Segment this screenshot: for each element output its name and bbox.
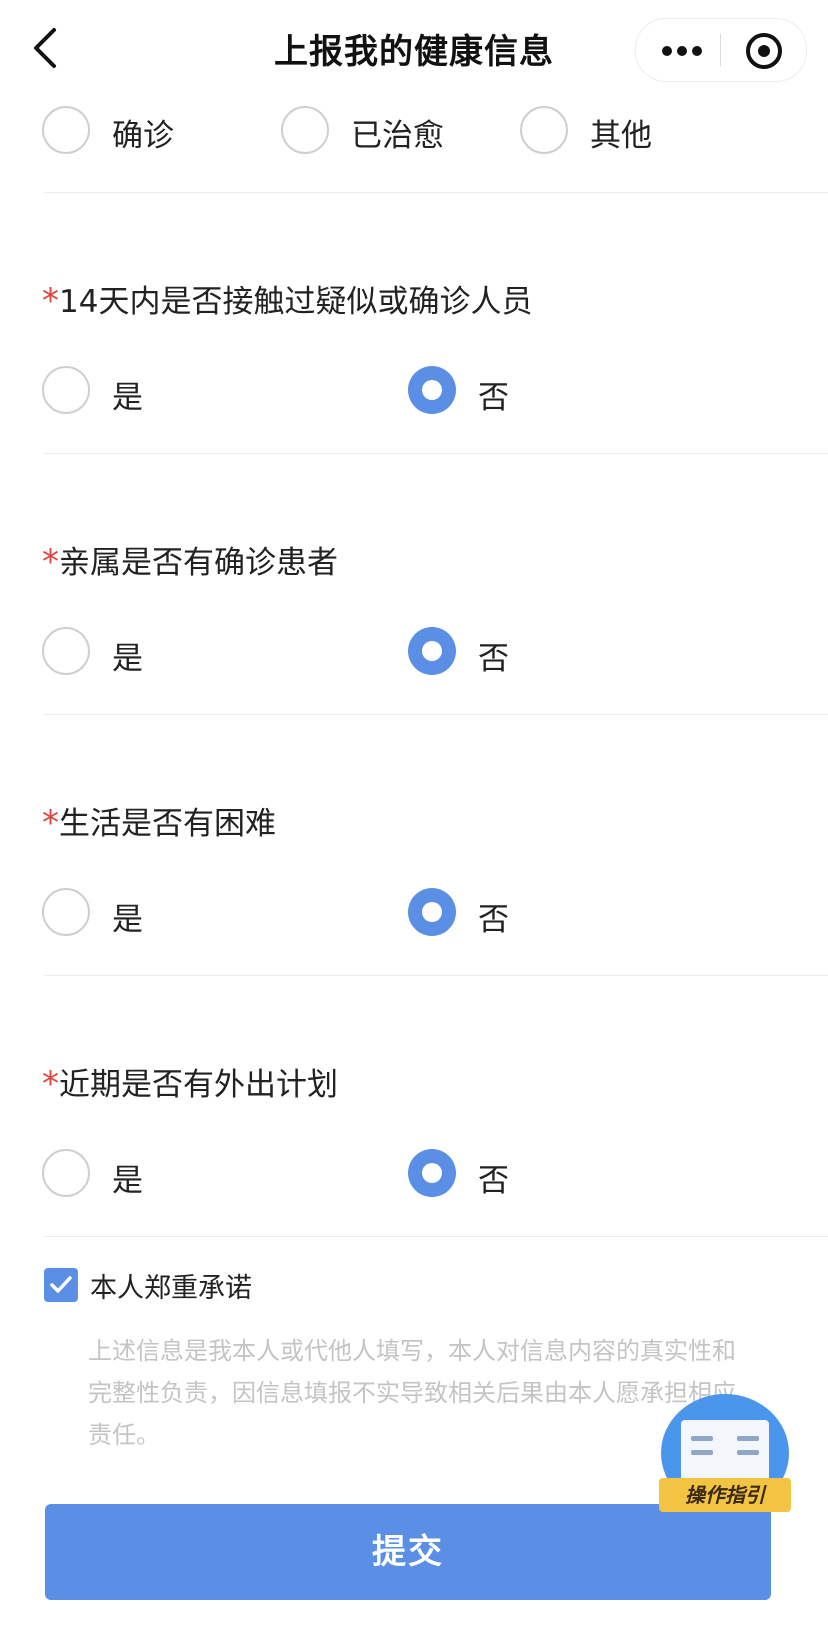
pledge-checkbox[interactable] (44, 1268, 78, 1302)
book-icon (681, 1420, 769, 1482)
question-label: *14天内是否接触过疑似或确诊人员 (42, 281, 533, 321)
radio-yes[interactable] (42, 627, 90, 675)
divider (44, 714, 828, 715)
required-mark: * (42, 803, 59, 843)
divider (44, 192, 828, 193)
option-label-no: 否 (478, 902, 509, 938)
pledge-label: 本人郑重承诺 (90, 1273, 252, 1304)
more-icon[interactable] (662, 46, 702, 56)
miniprogram-capsule (635, 18, 807, 82)
required-mark: * (42, 281, 59, 321)
radio-yes[interactable] (42, 888, 90, 936)
option-label: 确诊 (112, 118, 174, 154)
radio-no-selected[interactable] (408, 888, 456, 936)
operation-guide-button[interactable]: 操作指引 (655, 1394, 795, 1512)
option-label: 其他 (590, 118, 652, 154)
submit-button[interactable]: 提交 (45, 1504, 771, 1600)
divider (44, 1236, 828, 1237)
radio-other[interactable] (520, 106, 568, 154)
radio-no-selected[interactable] (408, 1149, 456, 1197)
option-label-no: 否 (478, 641, 509, 677)
option-label-no: 否 (478, 380, 509, 416)
radio-confirmed[interactable] (42, 106, 90, 154)
radio-yes[interactable] (42, 366, 90, 414)
option-label-no: 否 (478, 1163, 509, 1199)
divider (44, 975, 828, 976)
radio-no-selected[interactable] (408, 366, 456, 414)
question-label: *近期是否有外出计划 (42, 1064, 338, 1104)
option-label-yes: 是 (112, 902, 143, 938)
required-mark: * (42, 542, 59, 582)
navigation-bar: 上报我的健康信息 (0, 0, 828, 96)
radio-no-selected[interactable] (408, 627, 456, 675)
capsule-divider (720, 34, 721, 66)
option-label: 已治愈 (351, 118, 444, 154)
pledge-text: 上述信息是我本人或代他人填写，本人对信息内容的真实性和完整性负责，因信息填报不实… (88, 1337, 736, 1449)
radio-recovered[interactable] (281, 106, 329, 154)
required-mark: * (42, 1064, 59, 1104)
check-icon (50, 1276, 72, 1293)
option-label-yes: 是 (112, 380, 143, 416)
question-label: *生活是否有困难 (42, 803, 276, 843)
close-target-icon[interactable] (746, 33, 782, 69)
radio-yes[interactable] (42, 1149, 90, 1197)
question-label: *亲属是否有确诊患者 (42, 542, 338, 582)
option-label-yes: 是 (112, 641, 143, 677)
divider (44, 453, 828, 454)
option-label-yes: 是 (112, 1163, 143, 1199)
guide-label: 操作指引 (659, 1478, 791, 1512)
